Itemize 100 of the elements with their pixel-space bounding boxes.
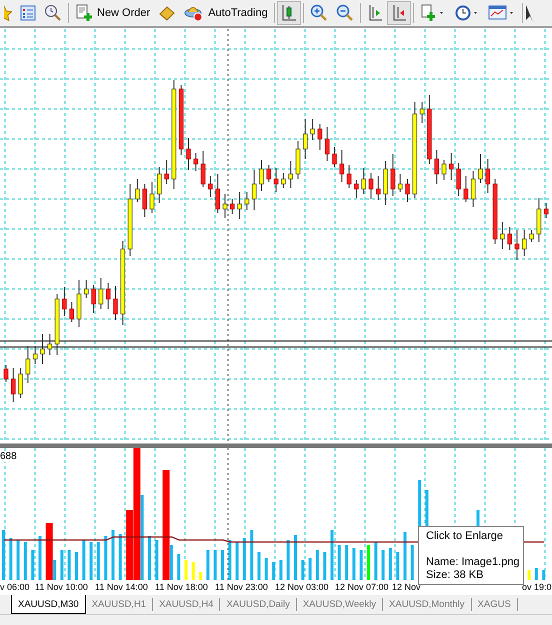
volume-bar bbox=[316, 550, 319, 580]
cursor-icon[interactable] bbox=[524, 4, 533, 22]
candlestick bbox=[274, 168, 278, 192]
candlestick bbox=[91, 284, 96, 314]
candlestick bbox=[536, 198, 542, 242]
candlestick bbox=[376, 176, 381, 200]
volume-bar bbox=[294, 535, 297, 580]
candlestick bbox=[514, 230, 520, 260]
candlestick bbox=[398, 174, 402, 192]
candlestick bbox=[194, 152, 198, 172]
volume-bar bbox=[38, 536, 42, 580]
star-icon bbox=[4, 5, 12, 21]
volume-bar bbox=[410, 545, 414, 580]
candlestick bbox=[522, 230, 527, 256]
volume-bar bbox=[542, 570, 546, 580]
candlestick bbox=[135, 178, 140, 202]
volume-bar bbox=[367, 545, 370, 580]
tooltip-text: Name: Image1.png bbox=[426, 556, 521, 569]
time-label: 12 Nov bbox=[392, 582, 421, 592]
time-label: 11 Nov 23:00 bbox=[215, 582, 268, 592]
volume-bar bbox=[31, 550, 34, 580]
volume-bar bbox=[279, 560, 282, 580]
time-label: 11 Nov 14:00 bbox=[95, 582, 148, 592]
candlestick bbox=[237, 192, 242, 220]
candlestick bbox=[18, 368, 23, 398]
candlestick bbox=[164, 160, 169, 184]
candlestick bbox=[310, 118, 315, 140]
volume-bar bbox=[382, 550, 385, 580]
candlestick bbox=[456, 162, 461, 196]
chart-tab[interactable]: XAUUSD,M30 bbox=[11, 595, 86, 614]
chart-tab[interactable]: XAUUSD,Monthly bbox=[383, 598, 472, 611]
volume-bar bbox=[404, 532, 406, 580]
volume-bar bbox=[199, 572, 202, 580]
candlestick bbox=[84, 280, 89, 298]
candlestick bbox=[405, 178, 410, 202]
candlestick bbox=[106, 282, 110, 310]
volume-bar bbox=[75, 552, 78, 580]
volume-bar bbox=[206, 550, 210, 580]
volume-bar bbox=[236, 542, 239, 580]
volume-bar bbox=[345, 545, 348, 580]
volume-bar bbox=[221, 550, 224, 580]
candlestick bbox=[354, 180, 359, 198]
volume-bar bbox=[360, 550, 363, 580]
volume-bar bbox=[264, 558, 268, 580]
toolbar-icon-button[interactable] bbox=[386, 1, 411, 25]
volume-bar bbox=[228, 540, 232, 580]
candlestick bbox=[478, 154, 483, 184]
candlestick bbox=[11, 368, 16, 402]
new-document-icon bbox=[75, 4, 93, 22]
candlestick bbox=[420, 102, 424, 124]
candlestick bbox=[544, 202, 548, 218]
candlestick bbox=[230, 198, 235, 214]
toolbar-button[interactable]: New Order bbox=[71, 1, 154, 25]
chart-tab[interactable]: XAGUS bbox=[472, 598, 518, 611]
auto-scroll-icon bbox=[390, 4, 407, 22]
candlestick bbox=[208, 176, 213, 198]
candlestick bbox=[296, 140, 300, 180]
volume-bar bbox=[528, 570, 531, 580]
list-icon bbox=[20, 5, 36, 21]
volume-bar bbox=[118, 534, 122, 580]
candlestick bbox=[303, 118, 308, 160]
volume-bar bbox=[330, 530, 334, 580]
candlestick bbox=[318, 124, 322, 150]
toolbar-icon-button[interactable] bbox=[276, 1, 301, 25]
candlestick bbox=[40, 334, 45, 364]
zoom-in-icon bbox=[310, 4, 328, 22]
volume-bar bbox=[104, 536, 108, 580]
candlestick-icon bbox=[280, 4, 297, 22]
time-label: 11 Nov 18:00 bbox=[155, 582, 208, 592]
volume-bar bbox=[534, 568, 538, 580]
zoom-out-icon bbox=[336, 4, 354, 22]
volume-bar bbox=[177, 554, 180, 580]
volume-bar bbox=[323, 552, 326, 580]
volume-bar bbox=[96, 542, 100, 580]
chart-tab[interactable]: XAUUSD,Weekly bbox=[296, 598, 384, 611]
candlestick bbox=[222, 194, 228, 218]
volume-bar bbox=[301, 560, 304, 580]
candlestick bbox=[500, 222, 505, 250]
candlestick bbox=[281, 172, 286, 188]
candlestick bbox=[259, 160, 264, 192]
candlestick bbox=[442, 160, 446, 180]
candlestick bbox=[186, 138, 191, 170]
volume-bar bbox=[250, 530, 254, 580]
hat-icon bbox=[184, 4, 204, 22]
candlestick bbox=[492, 178, 498, 244]
candlestick bbox=[361, 168, 366, 194]
chart-shift-icon bbox=[366, 4, 383, 22]
chart-tab[interactable]: XAUUSD,H1 bbox=[86, 598, 154, 611]
candlestick bbox=[76, 280, 82, 328]
toolbar-button[interactable]: AutoTrading bbox=[180, 1, 272, 25]
chart-tab[interactable]: XAUUSD,H4 bbox=[153, 598, 220, 611]
candlestick bbox=[54, 294, 60, 356]
volume-bar bbox=[16, 540, 20, 580]
time-label: 12 Nov 03:00 bbox=[275, 582, 329, 592]
candlestick bbox=[215, 174, 220, 214]
candlestick bbox=[178, 84, 184, 156]
volume-bar bbox=[388, 548, 392, 580]
volume-bar bbox=[112, 530, 114, 580]
candlestick bbox=[252, 170, 256, 210]
chart-tab[interactable]: XAUUSD,Daily bbox=[220, 598, 297, 611]
